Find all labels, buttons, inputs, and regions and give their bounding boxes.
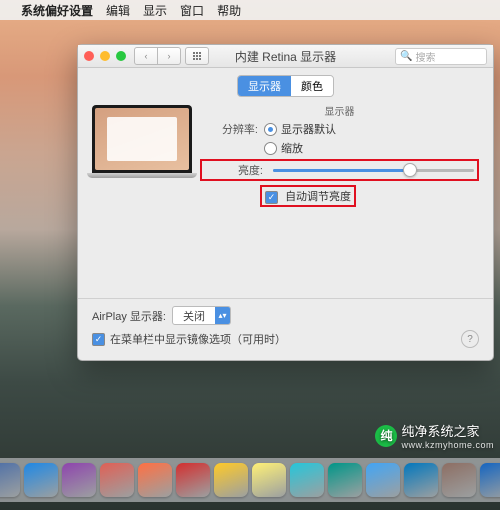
airplay-value: 关闭 [173,308,215,324]
dock-app-icon[interactable] [100,463,134,497]
airplay-label: AirPlay 显示器: [92,308,166,324]
chevron-updown-icon: ▴▾ [215,307,230,324]
nav-buttons: ‹ › [134,47,181,65]
radio-scaled-label: 缩放 [281,140,303,156]
brightness-label: 亮度: [205,162,269,178]
brightness-slider[interactable] [273,169,474,172]
slider-thumb[interactable] [403,163,417,177]
content: 显示器 分辨率: 显示器默认 缩放 亮度: [78,97,493,298]
watermark-url: www.kzmyhome.com [401,440,494,450]
resolution-label: 分辨率: [200,121,264,137]
dock-app-icon[interactable] [480,463,500,497]
menubar-item[interactable]: 窗口 [180,2,204,19]
dock-app-icon[interactable] [176,463,210,497]
menubar-item[interactable]: 编辑 [106,2,130,19]
menubar-app[interactable]: 系统偏好设置 [21,2,93,19]
footer: AirPlay 显示器: 关闭 ▴▾ ✓ 在菜单栏中显示镜像选项（可用时） ? [78,298,493,360]
search-icon: 🔍 [400,51,412,62]
help-button[interactable]: ? [461,330,479,348]
show-all-button[interactable] [185,47,209,65]
mirror-label: 在菜单栏中显示镜像选项（可用时） [110,331,286,347]
radio-default-label: 显示器默认 [281,121,336,137]
preferences-window: ‹ › 内建 Retina 显示器 🔍 搜索 显示器 颜色 [77,44,494,361]
dock-app-icon[interactable] [24,463,58,497]
watermark-logo-icon: 纯 [375,425,397,447]
zoom-icon[interactable] [116,51,126,61]
grid-icon [193,52,201,60]
airplay-popup[interactable]: 关闭 ▴▾ [172,306,231,325]
menubar-item[interactable]: 显示 [143,2,167,19]
tab-bar: 显示器 颜色 [78,75,493,97]
dock-app-icon[interactable] [404,463,438,497]
search-input[interactable]: 🔍 搜索 [395,48,487,65]
titlebar[interactable]: ‹ › 内建 Retina 显示器 🔍 搜索 [78,45,493,68]
dock-app-icon[interactable] [0,463,20,497]
traffic-lights [84,51,126,61]
dock-app-icon[interactable] [366,463,400,497]
highlight-auto-brightness: ✓ 自动调节亮度 [260,185,356,207]
display-preview [92,103,192,298]
dock-app-icon[interactable] [62,463,96,497]
auto-brightness-checkbox[interactable]: ✓ [265,191,278,204]
close-icon[interactable] [84,51,94,61]
settings-pane: 显示器 分辨率: 显示器默认 缩放 亮度: [200,103,479,298]
menubar-item[interactable]: 帮助 [217,2,241,19]
radio-default[interactable] [264,123,277,136]
watermark: 纯 纯净系统之家 www.kzmyhome.com [375,421,494,450]
radio-scaled[interactable] [264,142,277,155]
search-placeholder: 搜索 [415,49,435,64]
dock-app-icon[interactable] [214,463,248,497]
tab-color[interactable]: 颜色 [291,76,333,96]
dock-app-icon[interactable] [290,463,324,497]
dock [0,458,500,502]
mirror-checkbox[interactable]: ✓ [92,333,105,346]
auto-brightness-label: 自动调节亮度 [285,191,351,203]
minimize-icon[interactable] [100,51,110,61]
dock-app-icon[interactable] [252,463,286,497]
forward-button[interactable]: › [158,47,181,65]
tab-display[interactable]: 显示器 [238,76,291,96]
section-label: 显示器 [325,103,355,118]
watermark-brand: 纯净系统之家 [401,424,479,439]
dock-app-icon[interactable] [328,463,362,497]
back-button[interactable]: ‹ [134,47,158,65]
highlight-brightness: 亮度: [200,159,479,181]
desktop: 系统偏好设置 编辑 显示 窗口 帮助 ‹ › 内建 Retina 显示器 🔍 搜… [0,0,500,510]
dock-app-icon[interactable] [442,463,476,497]
menubar: 系统偏好设置 编辑 显示 窗口 帮助 [0,0,500,20]
dock-app-icon[interactable] [138,463,172,497]
